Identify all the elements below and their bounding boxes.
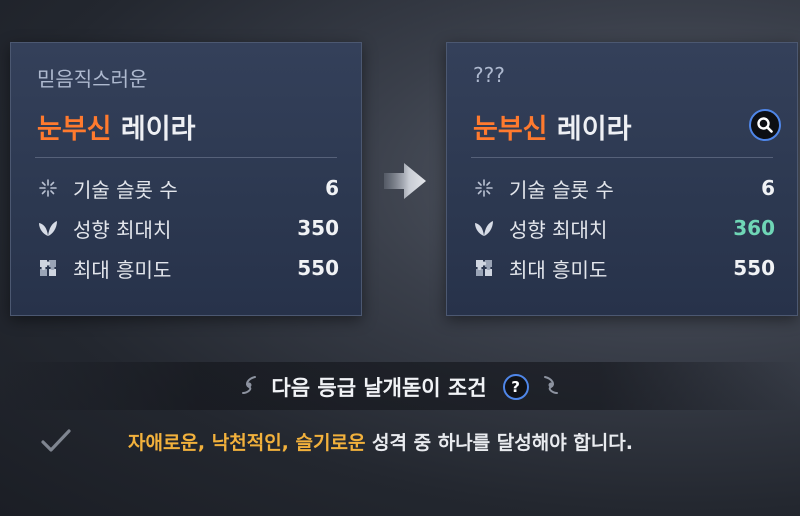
puzzle-icon bbox=[473, 257, 495, 279]
arrow-right-icon bbox=[382, 160, 428, 206]
stat-value-increased: 360 bbox=[733, 216, 775, 240]
stat-value: 6 bbox=[325, 176, 339, 200]
condition-text: 자애로운, 낙천적인, 슬기로운 성격 중 하나를 달성해야 합니다. bbox=[128, 428, 633, 455]
stat-max-interest: 최대 흥미도 550 bbox=[37, 253, 339, 283]
current-stats-card: 믿음직스러운 눈부신 레이라 기술 슬롯 수 6 성향 최대치 350 최대 흥… bbox=[10, 42, 362, 316]
condition-highlight: 자애로운, 낙천적인, 슬기로운 bbox=[128, 431, 366, 454]
name-highlight: 눈부신 bbox=[37, 114, 112, 145]
condition-item: 자애로운, 낙천적인, 슬기로운 성격 중 하나를 달성해야 합니다. bbox=[40, 425, 780, 457]
help-icon[interactable]: ? bbox=[502, 374, 529, 400]
stat-max-interest: 최대 흥미도 550 bbox=[473, 253, 775, 283]
condition-rest: 성격 중 하나를 달성해야 합니다. bbox=[365, 431, 633, 454]
stat-label: 기술 슬롯 수 bbox=[73, 177, 178, 202]
name-highlight: 눈부신 bbox=[473, 114, 548, 145]
sparkle-icon bbox=[37, 177, 59, 199]
stat-value: 550 bbox=[297, 256, 339, 280]
card-subtitle: ??? bbox=[473, 63, 505, 87]
stat-skill-slots: 기술 슬롯 수 6 bbox=[37, 173, 339, 203]
ornament-right-icon bbox=[539, 373, 563, 401]
stat-label: 최대 흥미도 bbox=[73, 257, 172, 282]
card-subtitle: 믿음직스러운 bbox=[37, 67, 148, 91]
divider bbox=[471, 157, 773, 158]
stat-value: 350 bbox=[297, 216, 339, 240]
stat-label: 성향 최대치 bbox=[73, 217, 172, 242]
puzzle-icon bbox=[37, 257, 59, 279]
name-rest: 레이라 bbox=[547, 114, 632, 145]
condition-header: 다음 등급 날개돋이 조건 ? bbox=[0, 372, 800, 402]
name-rest: 레이라 bbox=[111, 114, 196, 145]
character-name: 눈부신 레이라 bbox=[473, 107, 631, 146]
leaf-icon bbox=[473, 217, 495, 239]
stat-max-tendency: 성향 최대치 360 bbox=[473, 213, 775, 243]
stat-value: 6 bbox=[761, 176, 775, 200]
stat-label: 최대 흥미도 bbox=[509, 257, 608, 282]
next-stats-card: ??? 눈부신 레이라 기술 슬롯 수 6 성향 최대치 360 최대 흥미도 … bbox=[446, 42, 798, 316]
condition-title: 다음 등급 날개돋이 조건 bbox=[271, 376, 487, 400]
stat-label: 성향 최대치 bbox=[509, 217, 608, 242]
search-button[interactable] bbox=[749, 109, 781, 141]
ornament-left-icon bbox=[237, 373, 261, 401]
character-name: 눈부신 레이라 bbox=[37, 107, 195, 146]
sparkle-icon bbox=[473, 177, 495, 199]
search-icon bbox=[757, 117, 773, 133]
divider bbox=[35, 157, 337, 158]
stat-label: 기술 슬롯 수 bbox=[509, 177, 614, 202]
stat-max-tendency: 성향 최대치 350 bbox=[37, 213, 339, 243]
stat-skill-slots: 기술 슬롯 수 6 bbox=[473, 173, 775, 203]
stat-value: 550 bbox=[733, 256, 775, 280]
check-icon bbox=[40, 428, 74, 454]
leaf-icon bbox=[37, 217, 59, 239]
